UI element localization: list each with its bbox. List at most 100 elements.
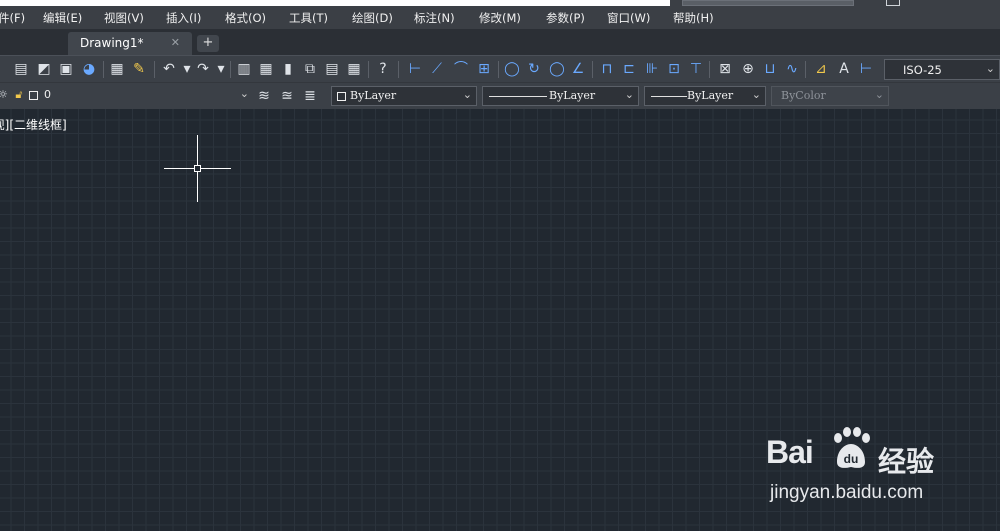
menu-edit[interactable]: 编辑(E) [43,10,82,27]
separator [805,61,806,78]
separator [230,61,231,78]
cursor-pickbox [194,165,201,172]
search-input[interactable] [682,0,854,6]
menu-bar: 件(F) 编辑(E) 视图(V) 插入(I) 格式(O) 工具(T) 绘图(D)… [0,8,1000,29]
dimension-break-icon[interactable]: ⊤ [687,60,705,78]
menu-tools[interactable]: 工具(T) [289,10,328,27]
properties-icon[interactable]: ▥ [235,60,253,78]
redo-dropdown-icon[interactable]: ▾ [212,60,230,78]
separator [368,61,369,78]
continue-dimension-icon[interactable]: ⊪ [643,60,661,78]
layer-value: 0 [44,88,51,101]
new-tab-button[interactable]: + [197,35,219,52]
layer-select[interactable]: 0 ⌄ [26,86,253,106]
linetype-preview [489,96,547,97]
undo-icon[interactable]: ↶ [160,60,178,78]
dimension-style-select[interactable]: ISO-25 ⌄ [884,59,1000,80]
menu-file[interactable]: 件(F) [0,10,25,27]
dimension-edit-icon[interactable]: ⊿ [812,60,830,78]
properties-toolbar: ☼ 🔓︎ 0 ⌄ ≋ ≊ ≣ ByLayer ⌄ ByLayer ⌄ ByLay… [0,82,1000,109]
chevron-down-icon: ⌄ [751,88,761,101]
close-icon[interactable]: ✕ [171,36,180,49]
menu-parametric[interactable]: 参数(P) [546,10,585,27]
menu-modify[interactable]: 修改(M) [479,10,521,27]
plotstyle-select: ByColor ⌄ [771,86,889,106]
dimension-text-edit-icon[interactable]: A [835,60,853,78]
menu-help[interactable]: 帮助(H) [673,10,714,27]
lineweight-value: ByLayer [687,89,734,102]
match-properties-icon[interactable]: ✎ [130,60,148,78]
separator [398,61,399,78]
tab-label: Drawing1* [80,36,144,50]
viewport-controls[interactable]: [俯视][二维线框] [0,116,67,133]
user-icon[interactable] [886,0,900,6]
sheet-set-icon[interactable]: ⧉ [301,60,319,78]
dimension-update-icon[interactable]: ⊢ [857,60,875,78]
print-icon[interactable]: ▤ [12,60,30,78]
watermark-url: jingyan.baidu.com [770,482,924,503]
layer-match-icon[interactable]: ≊ [278,87,296,105]
jogged-dimension-icon[interactable]: ↻ [525,60,543,78]
ordinate-dimension-icon[interactable]: ⊞ [475,60,493,78]
menu-window[interactable]: 窗口(W) [607,10,650,27]
baseline-dimension-icon[interactable]: ⊏ [620,60,638,78]
design-center-icon[interactable]: ▦ [257,60,275,78]
lineweight-select[interactable]: ByLayer ⌄ [644,86,766,106]
angular-dimension-icon[interactable]: ∠ [569,60,587,78]
menu-view[interactable]: 视图(V) [104,10,144,27]
baidu-watermark: Baidu du 经验 jingyan.baidu.com [766,426,956,514]
publish-icon[interactable]: ▣ [57,60,75,78]
drawing-canvas[interactable]: [俯视][二维线框] Baidu du 经验 jingyan.baidu.com [0,109,1000,531]
dimension-space-icon[interactable]: ⊡ [665,60,683,78]
help-icon[interactable]: ? [374,60,392,78]
chevron-down-icon: ⌄ [874,88,884,101]
lineweight-preview [651,96,687,97]
cut-icon[interactable]: ▦ [108,60,126,78]
3d-print-icon[interactable]: ◕ [80,60,98,78]
separator [498,61,499,78]
inspection-icon[interactable]: ⊔ [761,60,779,78]
make-current-layer-icon[interactable]: ≋ [255,87,273,105]
diameter-dimension-icon[interactable]: ◯ [548,60,566,78]
separator [709,61,710,78]
layer-previous-icon[interactable]: ≣ [301,87,319,105]
linear-dimension-icon[interactable]: ⊢ [406,60,424,78]
calculator-icon[interactable]: ▦ [345,60,363,78]
separator [103,61,104,78]
tool-palettes-icon[interactable]: ▮ [279,60,297,78]
color-swatch [337,92,346,101]
menu-dimension[interactable]: 标注(N) [414,10,455,27]
menu-draw[interactable]: 绘图(D) [352,10,393,27]
menu-insert[interactable]: 插入(I) [166,10,201,27]
separator [592,61,593,78]
quick-dimension-icon[interactable]: ⊓ [598,60,616,78]
jogged-linear-icon[interactable]: ∿ [783,60,801,78]
color-value: ByLayer [350,89,397,102]
tolerance-icon[interactable]: ⊠ [716,60,734,78]
chevron-down-icon: ⌄ [624,88,634,101]
redo-icon[interactable]: ↷ [194,60,212,78]
file-tab-bar: Drawing1* ✕ + [0,29,1000,55]
standard-toolbar: ▤ ◩ ▣ ◕ ▦ ✎ ↶ ▾ ↷ ▾ ▥ ▦ ▮ ⧉ ▤ ▦ ? ⊢ ⟋ ⌒ … [0,55,1000,82]
markup-icon[interactable]: ▤ [323,60,341,78]
aligned-dimension-icon[interactable]: ⟋ [428,60,446,78]
dimension-style-value: ISO-25 [903,63,942,77]
menu-format[interactable]: 格式(O) [225,10,266,27]
plot-preview-icon[interactable]: ◩ [35,60,53,78]
chevron-down-icon: ⌄ [985,62,995,75]
linetype-value: ByLayer [549,89,596,102]
radius-dimension-icon[interactable]: ◯ [503,60,521,78]
center-mark-icon[interactable]: ⊕ [739,60,757,78]
chevron-down-icon: ⌄ [239,87,249,100]
arc-length-icon[interactable]: ⌒ [452,60,470,78]
layer-color-swatch [29,91,38,100]
watermark-brand: 经验 [878,445,935,478]
linetype-select[interactable]: ByLayer ⌄ [482,86,639,106]
separator [154,61,155,78]
plotstyle-value: ByColor [781,89,826,102]
tab-drawing1[interactable]: Drawing1* ✕ [68,32,192,55]
color-select[interactable]: ByLayer ⌄ [331,86,477,106]
paw-icon: du [834,427,870,468]
title-area [0,0,670,6]
chevron-down-icon: ⌄ [462,88,472,101]
